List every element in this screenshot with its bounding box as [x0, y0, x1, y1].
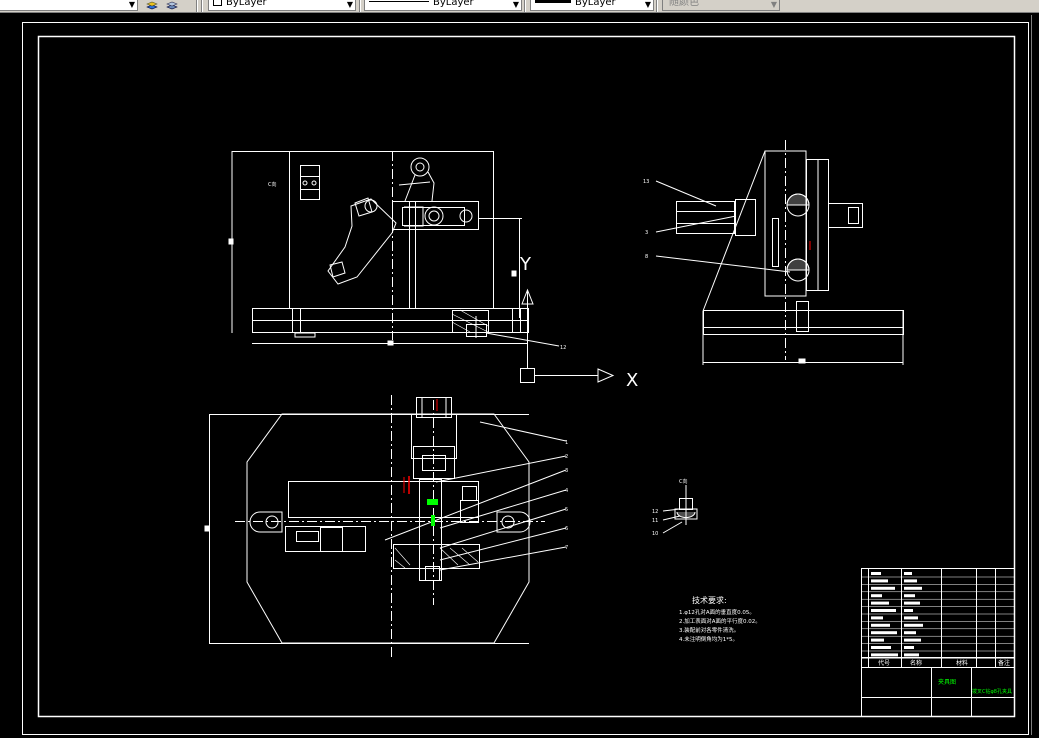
title-block-row-text: [871, 594, 882, 598]
title-block-row-text: [871, 646, 891, 649]
toolbar-separator: [656, 0, 658, 12]
color-value: ByLayer: [226, 0, 267, 8]
color-control-dropdown[interactable]: ByLayer ▼: [208, 0, 356, 11]
callout-c-2: 11: [652, 518, 658, 524]
lineweight-control-dropdown[interactable]: ByLayer ▼: [530, 0, 654, 11]
linetype-sample: [369, 1, 429, 2]
toolbar-separator: [524, 0, 526, 12]
callout-plan-7: 7: [565, 545, 568, 551]
tech-note-4: 4.未注明倒角均为1*5。: [679, 635, 738, 643]
title-col-code: 代号: [878, 659, 890, 667]
axis-x-label: X: [626, 370, 638, 391]
highlight-marks: [403, 241, 811, 526]
toolbar-separator: [201, 0, 203, 12]
title-block-row-text: [904, 609, 913, 612]
plotstyle-value: 随颜色: [669, 0, 699, 8]
title-block-row-text: [871, 586, 895, 590]
title-block-row-text: [871, 572, 881, 575]
tech-note-3: 3.装配前对各零件清洗。: [679, 626, 739, 634]
tech-note-2: 2.加工表面对A面的平行度0.02。: [679, 617, 761, 625]
title-block-row-text: [904, 646, 914, 649]
title-block-row-text: [904, 594, 915, 598]
callout-plan-6: 6: [565, 526, 568, 532]
title-block-row-text: [904, 616, 918, 620]
title-block-row-text: [871, 616, 883, 620]
callout-plan-4: 4: [565, 488, 568, 494]
c-view-label: C向: [679, 478, 688, 485]
plotstyle-control-dropdown[interactable]: 随颜色 ▼: [662, 0, 780, 11]
title-part-label: 拨叉C钻φ8孔夹具: [972, 688, 1012, 695]
front-view: [228, 151, 560, 347]
title-block-row-text: [904, 586, 922, 590]
toolbar-separator: [359, 0, 361, 12]
layer-states-icon[interactable]: [166, 0, 178, 10]
layer-manager-icon[interactable]: [146, 0, 158, 10]
title-block-row-text: [871, 601, 889, 605]
chevron-down-icon[interactable]: ▼: [771, 0, 777, 10]
callout-c-3: 10: [652, 531, 658, 537]
title-col-material: 材料: [956, 659, 968, 667]
callout-front: 12: [560, 345, 566, 351]
title-block-row-text: [904, 638, 921, 642]
front-view-direction-label: C向: [268, 181, 277, 188]
linetype-value: ByLayer: [433, 0, 474, 8]
ucs-icon: [520, 288, 615, 383]
callout-side-1: 13: [643, 179, 649, 185]
callout-plan-2: 2: [565, 454, 568, 460]
title-block-row-text: [904, 623, 923, 627]
title-drawing-name: 夹具图: [938, 678, 956, 686]
title-block-row-text: [904, 653, 919, 657]
lineweight-value: ByLayer: [575, 0, 616, 8]
color-swatch: [213, 0, 222, 6]
title-block-rows: [861, 572, 1014, 659]
chevron-down-icon[interactable]: ▼: [645, 0, 651, 10]
title-block-row-text: [871, 579, 888, 583]
chevron-down-icon[interactable]: ▼: [513, 0, 519, 10]
layer-control-dropdown[interactable]: ▼: [0, 0, 138, 11]
callout-plan-3: 3: [565, 468, 568, 474]
callout-side-3: 8: [645, 254, 648, 260]
title-block-row-text: [871, 631, 897, 635]
title-block-row-text: [871, 609, 896, 612]
title-block-row-text: [871, 653, 898, 657]
axis-y-label: Y: [519, 254, 532, 275]
toolbar-separator: [196, 0, 198, 12]
title-col-remark: 备注: [998, 659, 1010, 667]
tech-requirements-title: 技术要求:: [692, 595, 727, 605]
title-block-row-text: [904, 631, 916, 635]
c-view-detail: [662, 485, 698, 534]
drawing-canvas[interactable]: Y X C向 C向 12 13 3 8 1 2 3 4 5 6 7 12 11 …: [0, 12, 1039, 738]
callout-side-2: 3: [645, 230, 648, 236]
lineweight-sample: [535, 0, 571, 3]
title-block-row-text: [904, 572, 912, 575]
side-view: [655, 140, 904, 365]
title-block-row-text: [904, 601, 920, 605]
callout-plan-5: 5: [565, 507, 568, 513]
linetype-control-dropdown[interactable]: ByLayer ▼: [364, 0, 522, 11]
title-block-row-text: [871, 638, 884, 642]
chevron-down-icon[interactable]: ▼: [347, 0, 353, 10]
title-block-row-text: [871, 623, 890, 627]
title-col-name: 名称: [910, 659, 922, 667]
plan-view: [204, 395, 567, 657]
tech-note-1: 1.φ12孔对A面的垂直度0.05。: [679, 608, 755, 616]
callout-plan-1: 1: [565, 440, 568, 446]
chevron-down-icon[interactable]: ▼: [129, 0, 135, 10]
title-block-row-text: [904, 579, 917, 583]
callout-c-1: 12: [652, 509, 658, 515]
sheet-outer-border: [22, 22, 1029, 735]
